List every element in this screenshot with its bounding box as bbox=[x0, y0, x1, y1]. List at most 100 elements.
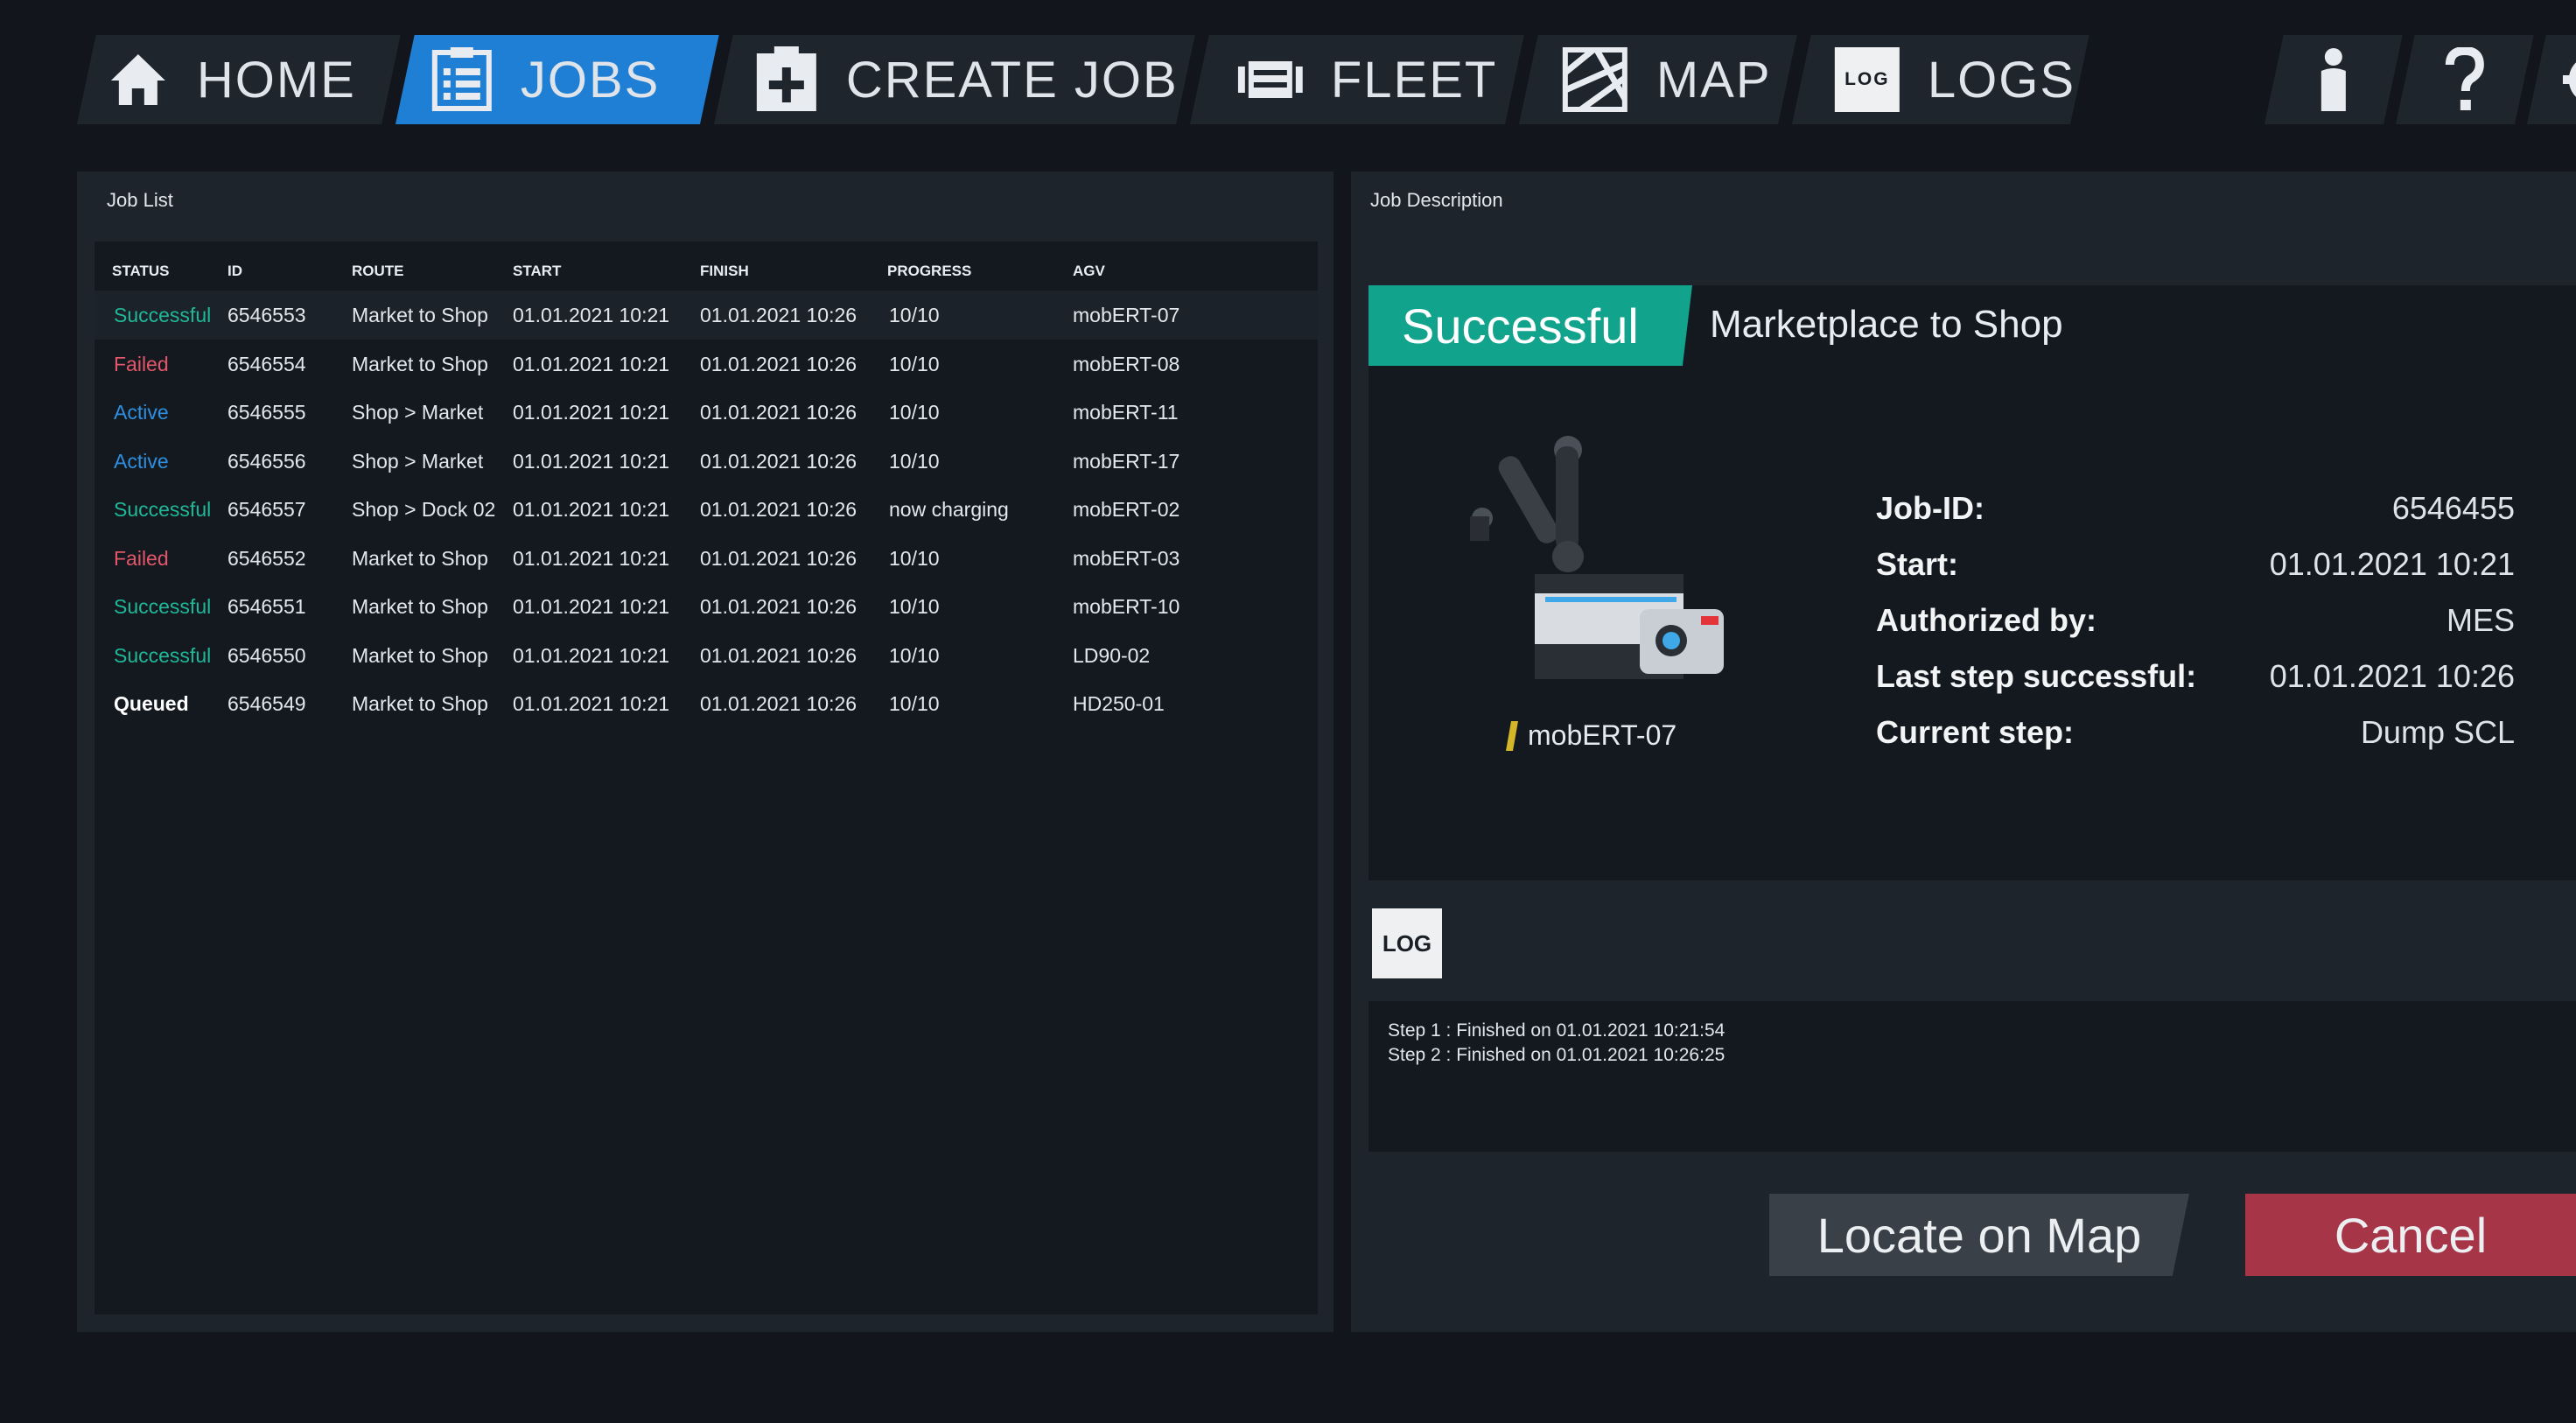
row-agv: mobERT-10 bbox=[1073, 595, 1180, 618]
row-start: 01.01.2021 10:21 bbox=[513, 692, 670, 715]
row-progress: 10/10 bbox=[889, 401, 940, 424]
detail-job-id: Job-ID: 6546455 bbox=[1876, 490, 2515, 546]
job-list-panel: Job List STATUS ID ROUTE START FINISH PR… bbox=[77, 172, 1334, 1332]
row-route: Shop > Market bbox=[352, 449, 484, 473]
job-detail-card: Successful Marketplace to Shop mobERT-07 bbox=[1368, 285, 2576, 880]
row-agv: mobERT-08 bbox=[1073, 352, 1180, 375]
row-status: Queued bbox=[114, 692, 189, 715]
table-header: STATUS ID ROUTE START FINISH PROGRESS AG… bbox=[94, 254, 1318, 289]
detail-value: 01.01.2021 10:21 bbox=[2269, 546, 2515, 582]
detail-label: Job-ID: bbox=[1876, 490, 1984, 526]
locate-on-map-label: Locate on Map bbox=[1816, 1207, 2142, 1263]
row-id: 6546552 bbox=[228, 546, 306, 570]
user-button[interactable] bbox=[2264, 35, 2403, 124]
log-line: Step 1 : Finished on 01.01.2021 10:21:54 bbox=[1388, 1020, 1726, 1041]
row-route: Market to Shop bbox=[352, 304, 488, 326]
row-agv: mobERT-02 bbox=[1073, 498, 1180, 521]
status-badge-label: Successful bbox=[1402, 298, 1639, 354]
row-agv: mobERT-17 bbox=[1073, 449, 1180, 473]
table-row[interactable]: Failed 6546554 Market to Shop 01.01.2021… bbox=[94, 340, 1318, 389]
help-icon bbox=[2445, 47, 2484, 110]
detail-value: MES bbox=[2446, 602, 2515, 638]
detail-start: Start: 01.01.2021 10:21 bbox=[1876, 546, 2515, 602]
row-agv: mobERT-11 bbox=[1073, 401, 1179, 424]
cancel-button[interactable]: Cancel bbox=[2245, 1194, 2576, 1276]
tab-logs[interactable]: LOG LOGS bbox=[1792, 35, 2090, 124]
detail-label: Authorized by: bbox=[1876, 602, 2096, 638]
row-start: 01.01.2021 10:21 bbox=[513, 304, 670, 326]
log-button-label: LOG bbox=[1382, 929, 1432, 957]
agv-name: mobERT-07 bbox=[1528, 719, 1677, 751]
table-row[interactable]: Queued 6546549 Market to Shop 01.01.2021… bbox=[94, 679, 1318, 728]
job-details-list: Job-ID: 6546455 Start: 01.01.2021 10:21 … bbox=[1876, 490, 2515, 770]
row-status: Successful bbox=[114, 498, 212, 521]
log-icon: LOG bbox=[1834, 47, 1900, 112]
row-status: Failed bbox=[114, 546, 169, 570]
log-button[interactable]: LOG bbox=[1372, 908, 1442, 978]
log-output: Step 1 : Finished on 01.01.2021 10:21:54… bbox=[1368, 1001, 2576, 1152]
column-header-start[interactable]: START bbox=[513, 263, 561, 280]
row-progress: 10/10 bbox=[889, 304, 940, 326]
tab-create-job[interactable]: CREATE JOB bbox=[714, 35, 1195, 124]
row-finish: 01.01.2021 10:26 bbox=[700, 546, 858, 570]
row-status: Successful bbox=[114, 304, 212, 326]
tab-jobs[interactable]: JOBS bbox=[396, 35, 719, 124]
detail-value: 01.01.2021 10:26 bbox=[2269, 658, 2515, 694]
table-row[interactable]: Successful 6546557 Shop > Dock 02 01.01.… bbox=[94, 485, 1318, 534]
tab-create-job-label: CREATE JOB bbox=[845, 51, 1179, 109]
fleet-icon bbox=[1237, 61, 1303, 98]
row-id: 6546551 bbox=[228, 595, 306, 618]
row-id: 6546550 bbox=[228, 643, 306, 667]
row-finish: 01.01.2021 10:26 bbox=[700, 498, 858, 521]
job-list-title: Job List bbox=[107, 189, 173, 211]
row-finish: 01.01.2021 10:26 bbox=[700, 449, 858, 473]
tab-fleet[interactable]: FLEET bbox=[1190, 35, 1524, 124]
row-status: Active bbox=[114, 449, 169, 473]
row-id: 6546554 bbox=[228, 352, 306, 375]
detail-current-step: Current step: Dump SCL bbox=[1876, 714, 2515, 770]
row-start: 01.01.2021 10:21 bbox=[513, 595, 670, 618]
row-id: 6546556 bbox=[228, 449, 306, 473]
detail-value: Dump SCL bbox=[2360, 714, 2515, 750]
row-progress: 10/10 bbox=[889, 595, 940, 618]
settings-button[interactable] bbox=[2527, 35, 2576, 124]
row-id: 6546555 bbox=[228, 401, 306, 424]
locate-on-map-button[interactable]: Locate on Map bbox=[1769, 1194, 2189, 1276]
table-row[interactable]: Failed 6546552 Market to Shop 01.01.2021… bbox=[94, 534, 1318, 583]
column-header-progress[interactable]: PROGRESS bbox=[887, 263, 971, 280]
column-header-status[interactable]: STATUS bbox=[112, 263, 169, 280]
row-id: 6546549 bbox=[228, 692, 306, 715]
row-route: Market to Shop bbox=[352, 692, 488, 715]
row-finish: 01.01.2021 10:26 bbox=[700, 304, 858, 326]
table-row[interactable]: Active 6546555 Shop > Market 01.01.2021 … bbox=[94, 388, 1318, 437]
column-header-finish[interactable]: FINISH bbox=[700, 263, 749, 280]
column-header-agv[interactable]: AGV bbox=[1073, 263, 1105, 280]
column-header-id[interactable]: ID bbox=[228, 263, 242, 280]
detail-label: Start: bbox=[1876, 546, 1959, 582]
tab-home[interactable]: HOME bbox=[77, 35, 401, 124]
row-finish: 01.01.2021 10:26 bbox=[700, 401, 858, 424]
row-progress: 10/10 bbox=[889, 692, 940, 715]
row-start: 01.01.2021 10:21 bbox=[513, 498, 670, 521]
row-route: Market to Shop bbox=[352, 643, 488, 667]
tab-jobs-label: JOBS bbox=[520, 51, 661, 109]
home-icon bbox=[110, 54, 165, 105]
gear-icon bbox=[2562, 55, 2576, 104]
row-agv: mobERT-07 bbox=[1073, 304, 1180, 326]
row-finish: 01.01.2021 10:26 bbox=[700, 595, 858, 618]
row-progress: 10/10 bbox=[889, 546, 940, 570]
detail-label: Current step: bbox=[1876, 714, 2075, 750]
tab-map[interactable]: MAP bbox=[1519, 35, 1797, 124]
table-row[interactable]: Active 6546556 Shop > Market 01.01.2021 … bbox=[94, 437, 1318, 486]
table-row[interactable]: Successful 6546550 Market to Shop 01.01.… bbox=[94, 631, 1318, 680]
column-header-route[interactable]: ROUTE bbox=[352, 263, 404, 280]
table-row[interactable]: Successful 6546553 Market to Shop 01.01.… bbox=[94, 291, 1318, 340]
tab-logs-label: LOGS bbox=[1927, 51, 2076, 109]
help-button[interactable] bbox=[2396, 35, 2534, 124]
table-row[interactable]: Successful 6546551 Market to Shop 01.01.… bbox=[94, 582, 1318, 631]
route-title: Marketplace to Shop bbox=[1710, 303, 2063, 346]
detail-last-step: Last step successful: 01.01.2021 10:26 bbox=[1876, 658, 2515, 714]
row-progress: 10/10 bbox=[889, 643, 940, 667]
log-icon-text: LOG bbox=[1844, 69, 1890, 89]
user-icon bbox=[2320, 48, 2346, 111]
